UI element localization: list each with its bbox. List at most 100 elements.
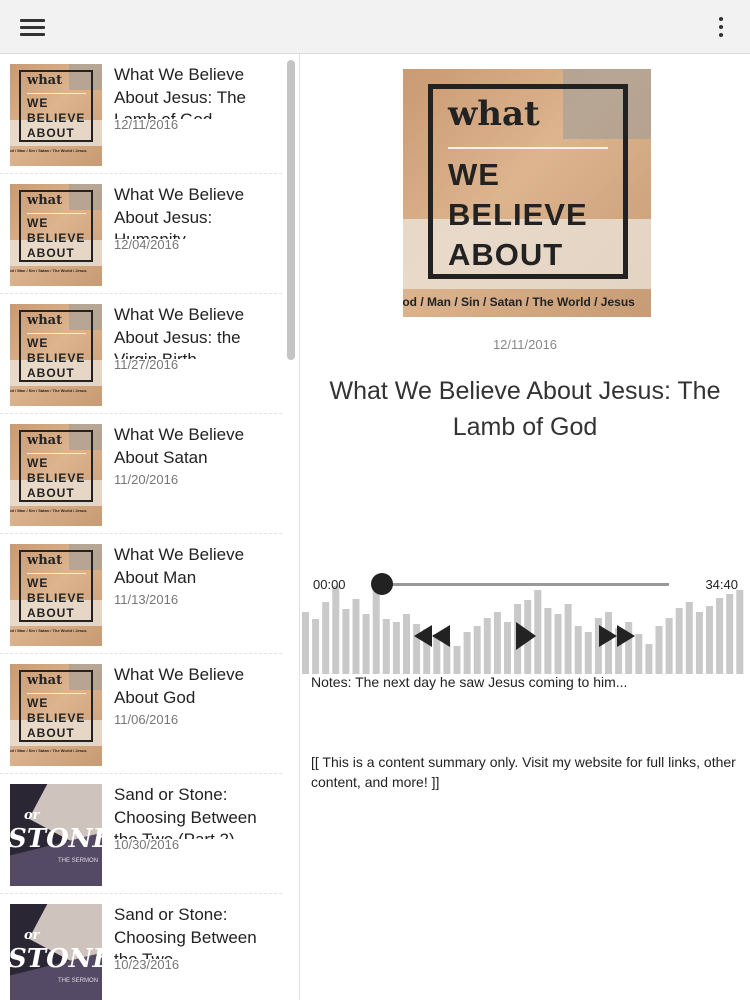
episode-thumbnail: or STONE THE SERMON: [10, 784, 102, 886]
cover-word-we: WE: [27, 96, 49, 110]
cover-word-what: what: [27, 433, 63, 448]
waveform-bar: [473, 626, 481, 674]
episode-thumbnail: or STONE THE SERMON: [10, 904, 102, 1000]
episode-item-date: 12/11/2016: [114, 117, 179, 132]
cover-word-we: WE: [27, 336, 49, 350]
hamburger-menu-icon[interactable]: [20, 16, 46, 38]
episode-item-date: 10/23/2016: [114, 957, 180, 972]
episode-cover-art: what WE BELIEVE ABOUT God / Man / Sin / …: [403, 69, 651, 317]
episode-item-date: 11/13/2016: [114, 592, 179, 607]
cover-footer: God / Man / Sin / Satan / The World / Je…: [403, 295, 635, 309]
episode-item-title: What We Believe About Man: [114, 545, 245, 587]
episode-item-title: What We Believe About Jesus: the Virgin …: [114, 305, 245, 359]
waveform-bar: [312, 619, 320, 674]
episode-item-title: What We Believe About Jesus: The Lamb of…: [114, 65, 246, 119]
waveform-bar: [675, 608, 683, 674]
sermon-art-footer: THE SERMON: [58, 978, 99, 984]
episode-summary: [[ This is a content summary only. Visit…: [311, 754, 736, 790]
episode-thumbnail: what WE BELIEVE ABOUT God / Man / Sin / …: [10, 424, 102, 526]
cover-footer: God / Man / Sin / Satan / The World / Je…: [10, 748, 87, 753]
waveform-bar: [716, 598, 724, 674]
cover-footer: God / Man / Sin / Satan / The World / Je…: [10, 508, 87, 513]
rewind-icon[interactable]: [414, 625, 452, 647]
audio-player: 00:00 34:40: [300, 564, 750, 674]
episode-item-date: 12/04/2016: [114, 237, 180, 252]
waveform-bar: [322, 602, 330, 674]
waveform-bar: [736, 590, 744, 674]
waveform-bar: [564, 604, 572, 674]
cover-word-about: ABOUT: [27, 726, 75, 740]
episode-list-item[interactable]: or STONE THE SERMON Sand or Stone: Choos…: [0, 894, 282, 1000]
waveform-bar: [463, 632, 471, 674]
episode-item-title: What We Believe About Jesus: Humanity: [114, 185, 245, 239]
cover-footer: God / Man / Sin / Satan / The World / Je…: [10, 388, 87, 393]
waveform-bar: [706, 606, 713, 674]
waveform-bar: [645, 644, 653, 674]
waveform-bar: [403, 614, 410, 674]
time-total: 34:40: [705, 577, 738, 592]
waveform-bar: [685, 602, 693, 674]
waveform-bar: [665, 618, 673, 674]
cover-word-what: what: [27, 313, 63, 328]
cover-word-about: ABOUT: [27, 606, 75, 620]
waveform-bar: [483, 618, 491, 674]
episode-thumbnail: what WE BELIEVE ABOUT God / Man / Sin / …: [10, 184, 102, 286]
cover-word-about: ABOUT: [27, 366, 75, 380]
scrollbar-thumb[interactable]: [287, 60, 295, 360]
cover-word-we: WE: [448, 157, 500, 192]
cover-word-what: what: [448, 94, 540, 134]
cover-word-we: WE: [27, 216, 49, 230]
episode-list-item[interactable]: or STONE THE SERMON Sand or Stone: Choos…: [0, 774, 282, 894]
episode-item-date: 11/20/2016: [114, 472, 179, 487]
cover-word-about: ABOUT: [27, 486, 75, 500]
waveform-bar: [382, 619, 390, 674]
fast-forward-icon[interactable]: [599, 625, 637, 647]
more-options-icon[interactable]: [716, 15, 726, 39]
episode-list-item[interactable]: what WE BELIEVE ABOUT God / Man / Sin / …: [0, 654, 282, 774]
waveform-bar: [332, 586, 340, 674]
episode-thumbnail: what WE BELIEVE ABOUT God / Man / Sin / …: [10, 64, 102, 166]
episode-list-item[interactable]: what WE BELIEVE ABOUT God / Man / Sin / …: [0, 174, 282, 294]
cover-word-believe: BELIEVE: [27, 231, 86, 245]
cover-word-believe: BELIEVE: [27, 471, 86, 485]
episode-item-title: What We Believe About God: [114, 665, 245, 707]
cover-word-we: WE: [27, 696, 49, 710]
episode-thumbnail: what WE BELIEVE ABOUT God / Man / Sin / …: [10, 304, 102, 406]
app-toolbar: [0, 0, 750, 54]
waveform-bar: [493, 612, 501, 674]
cover-word-believe: BELIEVE: [27, 351, 86, 365]
cover-word-believe: BELIEVE: [27, 711, 86, 725]
waveform-bar: [352, 599, 360, 674]
time-elapsed: 00:00: [313, 577, 346, 592]
waveform-visualizer: [302, 586, 744, 674]
episode-title: What We Believe About Jesus: The Lamb of…: [329, 377, 721, 441]
waveform-bar: [574, 626, 582, 674]
episode-item-date: 11/27/2016: [114, 357, 179, 372]
episode-notes: Notes: The next day he saw Jesus coming …: [311, 674, 628, 690]
waveform-bar: [342, 609, 350, 674]
cover-word-believe: BELIEVE: [27, 111, 86, 125]
seek-bar[interactable]: [381, 583, 669, 586]
cover-word-what: what: [27, 73, 63, 88]
episode-list-item[interactable]: what WE BELIEVE ABOUT God / Man / Sin / …: [0, 294, 282, 414]
cover-footer: God / Man / Sin / Satan / The World / Je…: [10, 268, 87, 273]
waveform-bar: [544, 608, 552, 674]
episode-list-item[interactable]: what WE BELIEVE ABOUT God / Man / Sin / …: [0, 414, 282, 534]
waveform-bar: [655, 626, 663, 674]
play-icon[interactable]: [514, 622, 538, 650]
waveform-bar: [584, 632, 592, 674]
waveform-bar: [362, 614, 370, 674]
episode-item-title: What We Believe About Satan: [114, 425, 245, 467]
waveform-bar: [726, 594, 734, 674]
sermon-art-word-stone: STONE: [10, 944, 102, 974]
episode-list-item[interactable]: what WE BELIEVE ABOUT God / Man / Sin / …: [0, 54, 282, 174]
episode-list[interactable]: what WE BELIEVE ABOUT God / Man / Sin / …: [0, 54, 300, 1000]
waveform-bar: [392, 622, 400, 674]
seek-knob[interactable]: [371, 573, 393, 595]
cover-footer: God / Man / Sin / Satan / The World / Je…: [10, 628, 87, 633]
episode-date: 12/11/2016: [492, 337, 558, 352]
cover-word-about: ABOUT: [448, 237, 564, 272]
episode-list-item[interactable]: what WE BELIEVE ABOUT God / Man / Sin / …: [0, 534, 282, 654]
episode-item-date: 11/06/2016: [114, 712, 179, 727]
waveform-bar: [302, 612, 309, 674]
